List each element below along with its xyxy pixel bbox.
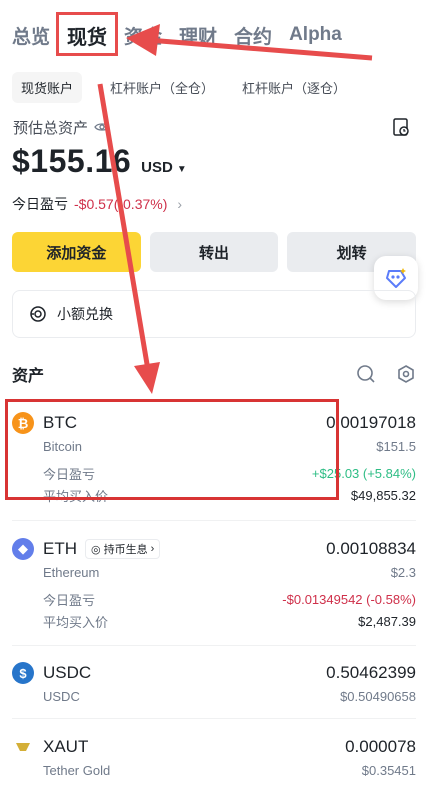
asset-avg: $2,487.39 xyxy=(358,613,416,629)
assets-header: 资产 xyxy=(12,362,416,386)
usdc-icon: $ xyxy=(12,662,34,684)
asset-amount: 0.00197018 xyxy=(326,413,416,432)
tab-futures[interactable]: 合约 xyxy=(234,22,272,49)
asset-amount: 0.000078 xyxy=(345,737,416,756)
divider xyxy=(12,645,416,646)
estimate-row: 预估总资产 xyxy=(13,117,415,137)
asset-value: $0.50490658 xyxy=(340,688,416,704)
divider xyxy=(12,520,416,521)
btc-highlight-box xyxy=(5,399,339,500)
ethereum-icon: ◆ xyxy=(12,538,34,560)
tab-alpha[interactable]: Alpha xyxy=(289,24,342,46)
currency-selector[interactable]: USD xyxy=(141,159,173,176)
divider xyxy=(12,718,416,719)
daily-pnl[interactable]: 今日盈亏 -$0.57(-0.37%) › xyxy=(12,194,182,214)
asset-avg: $49,855.32 xyxy=(350,487,416,503)
earn-icon: ◎ xyxy=(91,543,101,556)
earn-badge[interactable]: ◎ 持币生息 › xyxy=(85,539,161,559)
settings-hex-icon[interactable] xyxy=(396,364,416,384)
asset-row-eth[interactable]: ◆ ETH ◎ 持币生息 › 0.00108834 Ethereum $2.3 … xyxy=(12,537,416,632)
estimate-label: 预估总资产 xyxy=(13,119,89,137)
chevron-right-icon: › xyxy=(177,196,183,212)
earn-badge-label: 持币生息 xyxy=(103,544,148,556)
subtab-spot-account[interactable]: 现货账户 xyxy=(12,72,83,103)
asset-pnl-label: 今日盈亏 xyxy=(43,592,96,608)
eye-icon[interactable] xyxy=(94,119,110,135)
caret-down-icon[interactable]: ▼ xyxy=(177,164,187,175)
pnl-value: -$0.57(-0.37%) xyxy=(74,196,168,212)
asset-symbol: ETH xyxy=(43,539,77,558)
balance: $155.16 USD ▼ xyxy=(12,143,187,180)
convert-icon xyxy=(30,306,46,322)
asset-row-xaut[interactable]: XAUT 0.000078 Tether Gold $0.35451 xyxy=(12,735,416,781)
action-buttons: 添加资金 转出 划转 xyxy=(12,232,417,272)
gold-icon xyxy=(12,736,34,758)
asset-amount: 0.50462399 xyxy=(326,663,416,682)
asset-amount: 0.00108834 xyxy=(326,539,416,558)
asset-name: Ethereum xyxy=(43,564,100,580)
asset-avg-label: 平均买入价 xyxy=(43,614,109,630)
pnl-label: 今日盈亏 xyxy=(12,196,68,212)
assets-title: 资产 xyxy=(12,368,45,385)
dust-convert-button[interactable]: 小额兑换 xyxy=(12,290,416,338)
tab-overview[interactable]: 总览 xyxy=(12,22,50,49)
tab-funding[interactable]: 资金 xyxy=(124,22,162,49)
asset-pnl: -$0.01349542 (-0.58%) xyxy=(282,591,416,607)
search-icon[interactable] xyxy=(356,364,376,384)
asset-value: $0.35451 xyxy=(361,762,416,778)
chevron-right-icon: › xyxy=(150,543,155,555)
balance-value: $155.16 xyxy=(12,143,132,179)
subtab-cross-margin[interactable]: 杠杆账户（全仓） xyxy=(110,78,214,97)
asset-value: $2.3 xyxy=(390,564,416,580)
asset-symbol: USDC xyxy=(43,663,92,682)
asset-name: USDC xyxy=(43,688,80,704)
account-subtabs: 现货账户 杠杆账户（全仓） 杠杆账户（逐仓） xyxy=(12,72,374,103)
asset-value: $151.5 xyxy=(376,438,416,454)
asset-symbol: XAUT xyxy=(43,737,89,756)
spot-tab-highlight-box xyxy=(56,12,118,56)
asset-row-usdc[interactable]: $ USDC 0.50462399 USDC $0.50490658 xyxy=(12,661,416,707)
tab-earn[interactable]: 理财 xyxy=(179,22,217,49)
deposit-button[interactable]: 添加资金 xyxy=(12,232,141,272)
subtab-isolated-margin[interactable]: 杠杆账户（逐仓） xyxy=(242,78,346,97)
sparkle-bot-icon xyxy=(386,268,406,288)
history-icon[interactable] xyxy=(391,117,411,137)
asset-name: Tether Gold xyxy=(43,762,111,778)
withdraw-button[interactable]: 转出 xyxy=(149,232,279,272)
convert-label: 小额兑换 xyxy=(57,306,113,322)
